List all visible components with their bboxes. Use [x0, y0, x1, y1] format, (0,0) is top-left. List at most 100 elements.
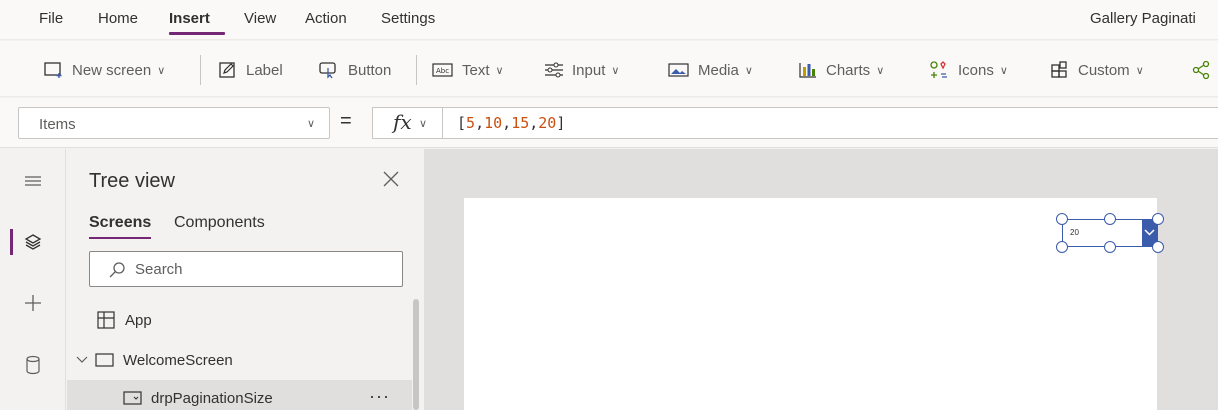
active-menu-underline: [169, 32, 225, 35]
close-icon[interactable]: [379, 167, 403, 191]
tree-view-title: Tree view: [89, 170, 175, 192]
charts-label: Charts: [826, 61, 871, 79]
search-placeholder: Search: [135, 261, 183, 278]
layers-icon: [24, 234, 42, 250]
tab-screens[interactable]: Screens: [89, 214, 151, 232]
menu-file[interactable]: File: [39, 10, 63, 27]
dropdown-control[interactable]: 20: [1056, 213, 1164, 253]
insert-button[interactable]: [0, 279, 66, 327]
app-icon: [97, 311, 115, 329]
design-canvas: 20: [424, 149, 1218, 410]
tree-item-welcomescreen[interactable]: WelcomeScreen: [67, 342, 412, 378]
tree-item-label: App: [125, 311, 152, 329]
resize-handle[interactable]: [1104, 241, 1116, 253]
chevron-down-icon: [1144, 229, 1155, 236]
resize-handle[interactable]: [1152, 241, 1164, 253]
ai-builder-icon: [1192, 60, 1210, 80]
ai-builder-button[interactable]: [1192, 58, 1218, 82]
button-label: Button: [348, 61, 392, 79]
function-button[interactable]: fx ∨: [372, 107, 442, 139]
text-icon: Abc: [432, 63, 453, 77]
plus-icon: [25, 295, 41, 311]
input-icon: [545, 62, 563, 78]
menu-settings[interactable]: Settings: [381, 10, 435, 27]
tree-item-drppaginationsize[interactable]: drpPaginationSize ···: [67, 380, 412, 410]
screen-icon: [95, 353, 114, 367]
bar-chart-icon: [799, 63, 816, 78]
tree-view-button[interactable]: [0, 218, 66, 266]
search-input[interactable]: Search: [89, 251, 403, 287]
formula-bracket-open: [: [457, 114, 467, 132]
formula-bracket-close: ]: [556, 114, 566, 132]
tree-item-app[interactable]: App: [67, 302, 412, 338]
label-button[interactable]: Label: [218, 58, 283, 82]
more-options-icon[interactable]: ···: [369, 386, 390, 407]
formula-number: 15: [511, 114, 530, 132]
tree-item-label: WelcomeScreen: [123, 351, 233, 369]
chevron-down-icon: ∨: [419, 118, 428, 130]
chevron-down-icon: ∨: [495, 64, 504, 77]
media-icon: [668, 63, 689, 77]
custom-label: Custom: [1078, 61, 1130, 79]
app-title: Gallery Paginati: [1090, 10, 1196, 27]
database-icon: [26, 355, 40, 375]
chevron-down-icon: ∨: [611, 64, 620, 77]
media-button[interactable]: Media ∨: [668, 58, 753, 82]
menu-insert[interactable]: Insert: [169, 10, 210, 27]
new-screen-icon: [44, 62, 62, 78]
new-screen-label: New screen: [72, 61, 152, 79]
ribbon-divider: [200, 55, 201, 85]
menu-action[interactable]: Action: [305, 10, 347, 27]
property-dropdown[interactable]: Items ∨: [18, 107, 330, 139]
chevron-down-icon[interactable]: [75, 353, 89, 367]
resize-handle[interactable]: [1104, 213, 1116, 225]
menu-bar: File Home Insert View Action Settings Ga…: [0, 0, 1218, 40]
tree-scrollbar[interactable]: [413, 299, 419, 410]
menu-home[interactable]: Home: [98, 10, 138, 27]
media-label: Media: [698, 61, 739, 79]
formula-number: 5: [466, 114, 476, 132]
menu-view[interactable]: View: [244, 10, 276, 27]
ribbon-divider: [416, 55, 417, 85]
icons-label: Icons: [958, 61, 994, 79]
new-screen-button[interactable]: New screen ∨: [44, 58, 165, 82]
chevron-down-icon: ∨: [306, 118, 315, 130]
resize-handle[interactable]: [1056, 241, 1068, 253]
formula-number: 20: [538, 114, 557, 132]
resize-handle[interactable]: [1056, 213, 1068, 225]
hamburger-menu-button[interactable]: [0, 157, 66, 205]
left-rail: [0, 149, 66, 410]
formula-bar: Items ∨ = fx ∨ [5,10,15,20]: [0, 98, 1218, 148]
data-button[interactable]: [0, 341, 66, 389]
formula-input[interactable]: [5,10,15,20]: [442, 107, 1218, 139]
dropdown-icon: [123, 391, 142, 405]
ribbon-toolbar: New screen ∨ Label Button Abc Text ∨ Input…: [0, 41, 1218, 97]
input-label: Input: [572, 61, 606, 79]
chevron-down-icon: ∨: [1135, 64, 1144, 77]
tab-components[interactable]: Components: [174, 214, 265, 232]
icons-icon: [930, 61, 947, 78]
chevron-down-icon: ∨: [876, 64, 885, 77]
formula-number: 10: [484, 114, 503, 132]
equals-sign: =: [340, 110, 352, 132]
tree-view-panel: Tree view Screens Components Search App …: [67, 149, 424, 410]
label-label: Label: [246, 61, 283, 79]
charts-button[interactable]: Charts ∨: [798, 58, 884, 82]
app-screen[interactable]: [464, 198, 1157, 410]
hamburger-icon: [25, 176, 41, 186]
input-button[interactable]: Input ∨: [544, 58, 619, 82]
active-tab-underline: [89, 237, 151, 239]
property-value: Items: [39, 116, 76, 133]
icons-button[interactable]: Icons ∨: [928, 58, 1008, 82]
resize-handle[interactable]: [1152, 213, 1164, 225]
edit-icon: [219, 62, 235, 78]
custom-component-icon: [1051, 61, 1067, 78]
custom-button[interactable]: Custom ∨: [1050, 58, 1144, 82]
chevron-down-icon: ∨: [744, 64, 753, 77]
formula-text: [5,10,15,20]: [457, 114, 566, 132]
button-button[interactable]: Button: [318, 58, 391, 82]
chevron-down-icon: ∨: [999, 64, 1008, 77]
text-button[interactable]: Abc Text ∨: [432, 58, 504, 82]
svg-text:Abc: Abc: [436, 67, 449, 75]
chevron-down-icon: ∨: [157, 64, 166, 77]
